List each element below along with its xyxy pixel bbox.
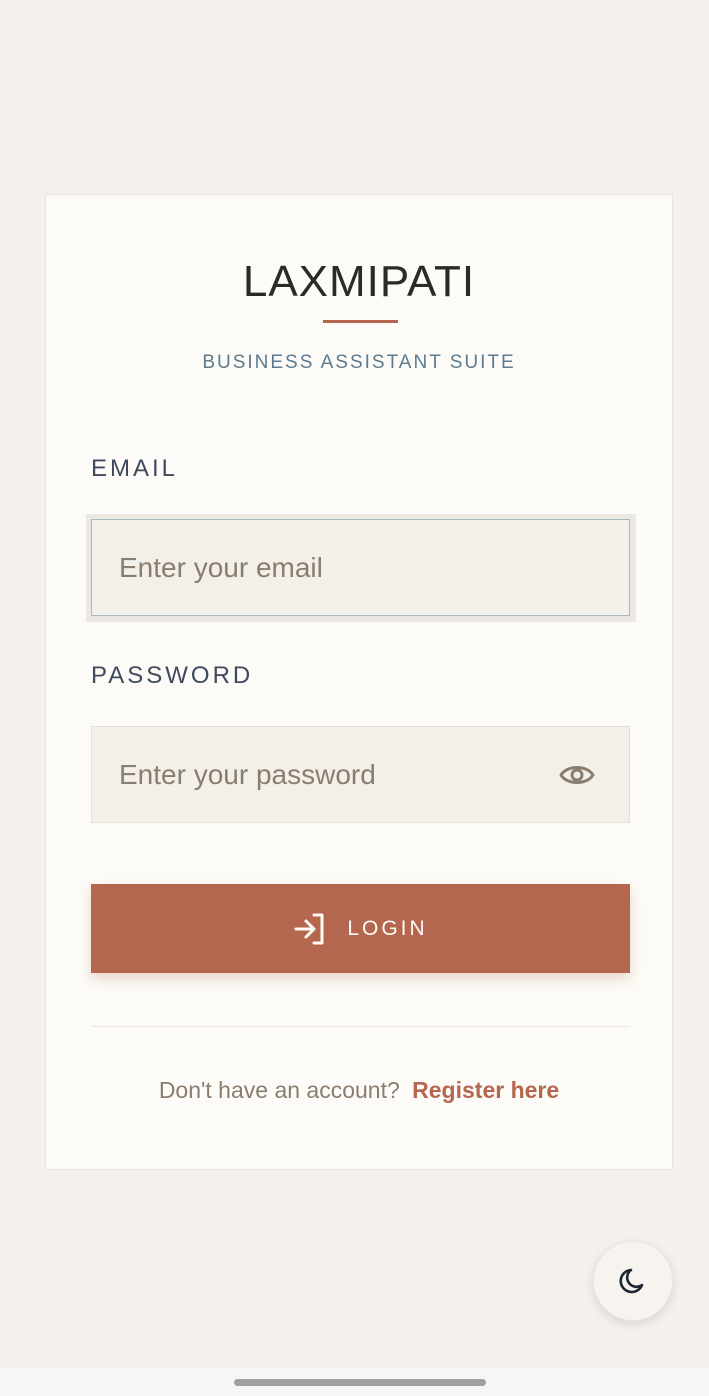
brand-tagline: BUSINESS ASSISTANT SUITE (202, 352, 516, 373)
register-link[interactable]: Register here (412, 1077, 559, 1103)
home-indicator[interactable] (234, 1379, 486, 1386)
divider (91, 1026, 630, 1027)
eye-icon[interactable] (559, 760, 595, 790)
login-button[interactable]: LOGIN (91, 884, 630, 973)
password-input[interactable] (91, 726, 630, 823)
register-row: Don't have an account? Register here (46, 1077, 672, 1104)
theme-toggle-button[interactable] (593, 1241, 673, 1321)
system-nav-bar (0, 1368, 709, 1396)
email-label: EMAIL (91, 455, 179, 482)
register-prompt: Don't have an account? (158, 1077, 400, 1103)
email-input[interactable] (91, 519, 630, 616)
brand-title: LAXMIPATI (242, 257, 476, 306)
login-card: LAXMIPATI BUSINESS ASSISTANT SUITE EMAIL… (45, 194, 673, 1170)
moon-icon (618, 1266, 648, 1296)
login-icon (293, 912, 327, 946)
brand-underline (323, 320, 398, 323)
password-label: PASSWORD (91, 662, 254, 689)
login-label: LOGIN (347, 916, 428, 940)
